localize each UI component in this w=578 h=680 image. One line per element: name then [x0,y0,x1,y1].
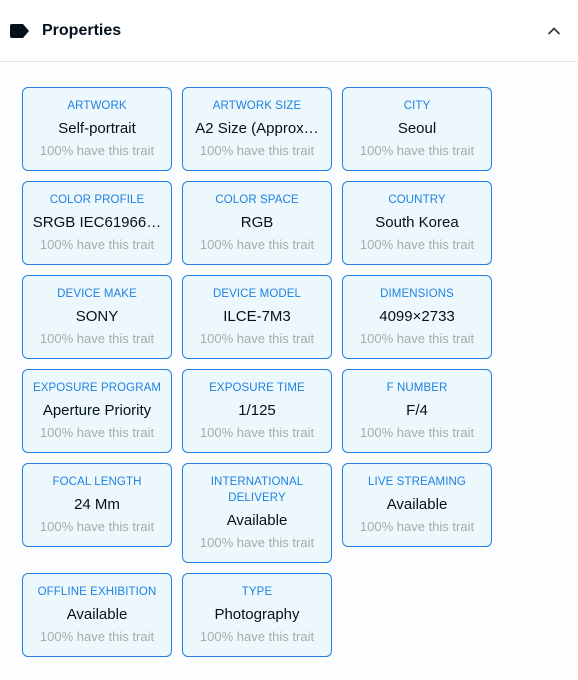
trait-rarity: 100% have this trait [359,331,475,346]
tag-icon [10,23,32,39]
trait-type: EXPOSURE PROGRAM [32,382,162,394]
trait-value: Aperture Priority [42,402,152,419]
trait-rarity: 100% have this trait [199,143,315,158]
trait-type: ARTWORK SIZE [212,100,302,112]
trait-rarity: 100% have this trait [359,425,475,440]
trait-type: FOCAL LENGTH [52,476,142,488]
trait-value: Available [386,496,448,513]
trait-rarity: 100% have this trait [39,143,155,158]
trait-card[interactable]: LIVE STREAMING Available 100% have this tr… [342,463,492,547]
trait-type: COLOR SPACE [215,194,299,206]
panel-title: Properties [42,21,122,39]
trait-card[interactable]: FOCAL LENGTH 24 Mm 100% have this trait [22,463,172,547]
trait-rarity: 100% have this trait [39,331,155,346]
trait-card[interactable]: COLOR SPACE RGB 100% have this trait [182,181,332,265]
trait-rarity: 100% have this trait [199,237,315,252]
trait-rarity: 100% have this trait [39,237,155,252]
trait-value: A2 Size (Approx… [195,120,319,137]
trait-card[interactable]: COUNTRY South Korea 100% have this trait [342,181,492,265]
chevron-up-icon[interactable] [546,23,562,39]
trait-card[interactable]: CITY Seoul 100% have this trait [342,87,492,171]
trait-rarity: 100% have this trait [199,629,315,644]
trait-rarity: 100% have this trait [39,519,155,534]
trait-card[interactable]: EXPOSURE TIME 1/125 100% have this trait [182,369,332,453]
trait-type: LIVE STREAMING [368,476,466,488]
trait-card[interactable]: INTERNATIONAL DELIVERY Available 100% have… [182,463,332,563]
trait-rarity: 100% have this trait [359,143,475,158]
trait-type: COUNTRY [388,194,446,206]
trait-value: 24 Mm [74,496,120,513]
trait-value: Available [226,512,288,529]
trait-card[interactable]: OFFLINE EXHIBITION Available 100% have thi… [22,573,172,657]
trait-value: SONY [75,308,119,325]
trait-card[interactable]: DEVICE MODEL ILCE-7M3 100% have this trait [182,275,332,359]
properties-header[interactable]: Properties [0,0,578,62]
trait-value: Seoul [397,120,437,137]
trait-value: 1/125 [238,402,276,419]
trait-card[interactable]: DIMENSIONS 4099×2733 100% have this trait [342,275,492,359]
trait-rarity: 100% have this trait [199,331,315,346]
trait-rarity: 100% have this trait [199,535,315,550]
trait-type: TYPE [241,586,273,598]
trait-card[interactable]: F NUMBER F/4 100% have this trait [342,369,492,453]
trait-value: F/4 [406,402,428,419]
trait-type: ARTWORK [67,100,127,112]
trait-value: RGB [240,214,274,231]
trait-type: COLOR PROFILE [49,194,145,206]
trait-card[interactable]: COLOR PROFILE SRGB IEC61966… 100% have thi… [22,181,172,265]
trait-value: South Korea [375,214,459,231]
trait-rarity: 100% have this trait [39,629,155,644]
trait-value: ILCE-7M3 [223,308,291,325]
properties-panel: Properties ARTWORK Self-portrait 100% have… [0,0,578,680]
trait-type: EXPOSURE TIME [209,382,305,394]
trait-card[interactable]: ARTWORK SIZE A2 Size (Approx… 100% have th… [182,87,332,171]
properties-body: ARTWORK Self-portrait 100% have this trait… [0,62,578,680]
trait-type: DEVICE MODEL [212,288,302,300]
trait-rarity: 100% have this trait [359,237,475,252]
trait-rarity: 100% have this trait [39,425,155,440]
trait-value: Photography [214,606,300,623]
trait-type: DIMENSIONS [380,288,454,300]
trait-type: INTERNATIONAL DELIVERY [210,476,304,504]
trait-rarity: 100% have this trait [199,425,315,440]
trait-type: F NUMBER [386,382,448,394]
trait-type: DEVICE MAKE [57,288,137,300]
trait-value: 4099×2733 [379,308,455,325]
trait-type: CITY [403,100,431,112]
trait-type: OFFLINE EXHIBITION [37,586,157,598]
trait-rarity: 100% have this trait [359,519,475,534]
trait-card[interactable]: ARTWORK Self-portrait 100% have this trait [22,87,172,171]
trait-value: SRGB IEC61966… [32,214,162,231]
trait-card[interactable]: DEVICE MAKE SONY 100% have this trait [22,275,172,359]
trait-value: Available [66,606,128,623]
trait-card[interactable]: TYPE Photography 100% have this trait [182,573,332,657]
traits-grid: ARTWORK Self-portrait 100% have this trait… [22,87,578,657]
trait-value: Self-portrait [58,120,136,137]
trait-card[interactable]: EXPOSURE PROGRAM Aperture Priority 100% ha… [22,369,172,453]
